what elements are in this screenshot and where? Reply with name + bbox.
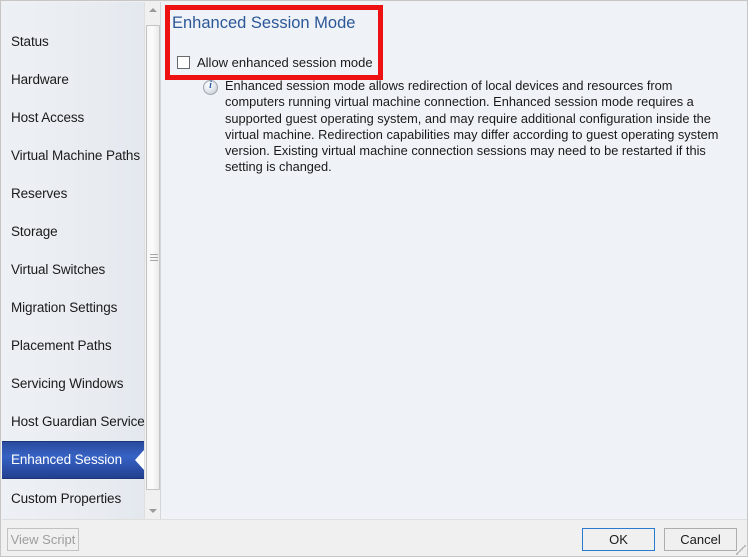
info-icon-glyph: i [209, 80, 212, 91]
triangle-down-icon [149, 509, 157, 513]
selection-chevron-icon [135, 450, 144, 470]
sidebar-item-reserves[interactable]: Reserves [2, 175, 144, 213]
sidebar-item-host-guardian-service[interactable]: Host Guardian Service [2, 403, 145, 441]
ok-button[interactable]: OK [582, 528, 655, 551]
settings-content-pane: Enhanced Session Mode Allow enhanced ses… [161, 2, 747, 519]
settings-navigation-list[interactable]: Status Hardware Host Access Virtual Mach… [2, 2, 145, 519]
sidebar-item-label: Host Access [11, 110, 85, 125]
cancel-button[interactable]: Cancel [664, 528, 737, 551]
sidebar-item-label: Host Guardian Service [11, 414, 145, 429]
grip-lines-icon [150, 254, 158, 261]
sidebar-item-servicing-windows[interactable]: Servicing Windows [2, 365, 144, 403]
sidebar-item-enhanced-session[interactable]: Enhanced Session [2, 441, 144, 479]
page-title: Enhanced Session Mode [172, 14, 356, 32]
sidebar-item-host-access[interactable]: Host Access [2, 99, 144, 137]
resize-grip-icon[interactable] [736, 545, 746, 555]
dialog-button-bar: View Script OK Cancel [2, 519, 747, 556]
dialog-body: Status Hardware Host Access Virtual Mach… [2, 2, 747, 519]
sidebar-item-virtual-switches[interactable]: Virtual Switches [2, 251, 144, 289]
sidebar-item-label: Placement Paths [11, 338, 112, 353]
sidebar-item-storage[interactable]: Storage [2, 213, 144, 251]
sidebar-item-label: Virtual Switches [11, 262, 106, 277]
sidebar-item-label: Reserves [11, 186, 68, 201]
sidebar-item-label: Enhanced Session [11, 452, 122, 467]
sidebar-item-virtual-machine-paths[interactable]: Virtual Machine Paths [2, 137, 144, 175]
view-script-button[interactable]: View Script [7, 528, 79, 551]
sidebar-scrollbar[interactable] [144, 2, 160, 519]
sidebar-item-placement-paths[interactable]: Placement Paths [2, 327, 144, 365]
sidebar-item-label: Servicing Windows [11, 376, 124, 391]
sidebar-item-label: Status [11, 34, 49, 49]
triangle-up-icon [149, 8, 157, 12]
allow-enhanced-session-mode-checkbox[interactable] [177, 56, 190, 69]
sidebar-item-label: Migration Settings [11, 300, 118, 315]
scrollbar-up-button[interactable] [145, 2, 160, 19]
sidebar-item-label: Custom Properties [11, 491, 122, 506]
scrollbar-down-button[interactable] [145, 502, 160, 519]
info-description-text: Enhanced session mode allows redirection… [225, 78, 719, 175]
sidebar-item-label: Storage [11, 224, 58, 239]
allow-enhanced-session-mode-label: Allow enhanced session mode [197, 55, 373, 70]
sidebar-item-migration-settings[interactable]: Migration Settings [2, 289, 144, 327]
sidebar-item-hardware[interactable]: Hardware [2, 61, 144, 99]
info-circle-icon: i [203, 80, 218, 95]
sidebar-item-status[interactable]: Status [2, 23, 144, 61]
scrollbar-thumb[interactable] [146, 25, 160, 490]
sidebar-item-label: Virtual Machine Paths [11, 148, 140, 163]
sidebar-item-label: Hardware [11, 72, 69, 87]
settings-navigation-pane: Status Hardware Host Access Virtual Mach… [2, 2, 161, 519]
host-properties-dialog: Status Hardware Host Access Virtual Mach… [0, 0, 748, 557]
sidebar-item-custom-properties[interactable]: Custom Properties [2, 480, 144, 518]
